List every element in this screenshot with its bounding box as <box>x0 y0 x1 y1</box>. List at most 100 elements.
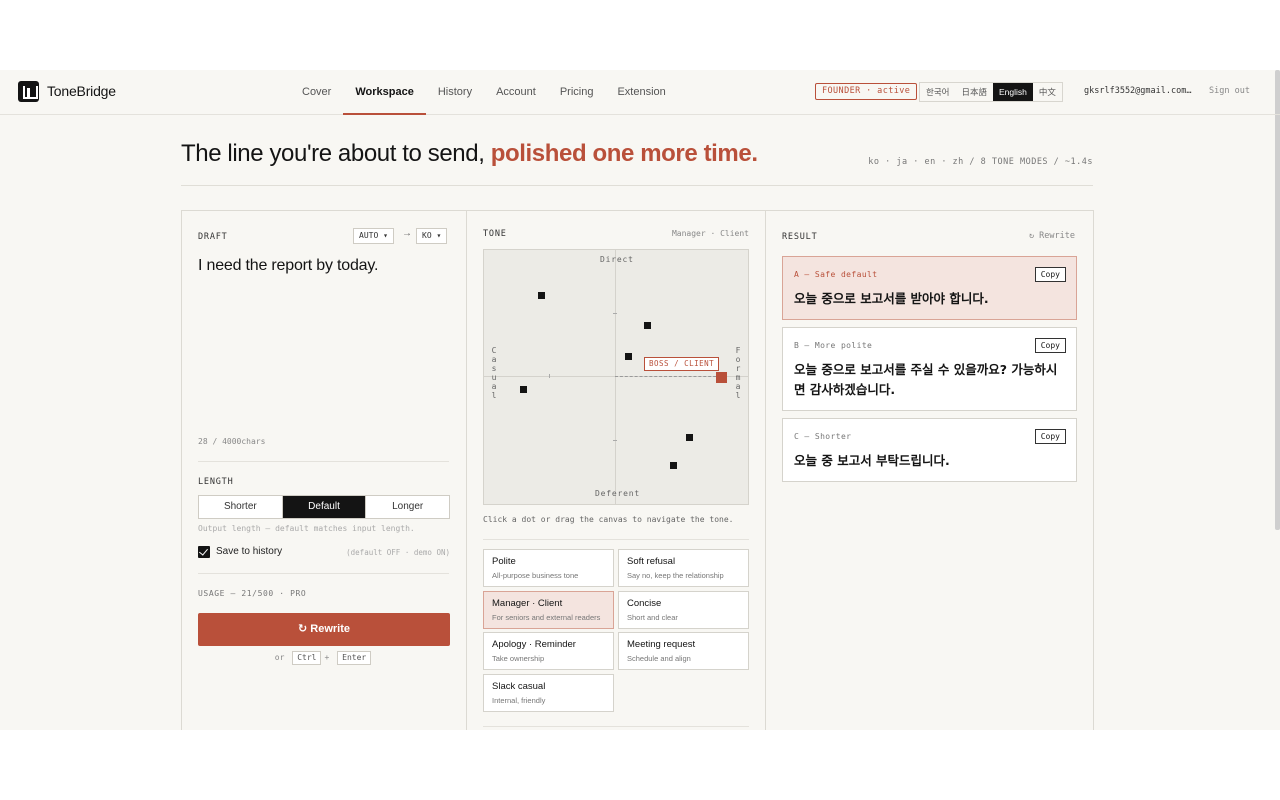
axis-tick <box>613 440 617 441</box>
draft-panel: DRAFT AUTO ▾ → KO ▾ I need the report by… <box>182 211 467 730</box>
tone-canvas[interactable]: Direct Deferent Casual Formal BOSS / CLI… <box>483 249 749 505</box>
title-plain: The line you're about to send, <box>181 140 491 167</box>
result-card-a[interactable]: A — Safe default Copy 오늘 중으로 보고서를 받아야 합니… <box>782 256 1077 320</box>
result-label: RESULT <box>782 232 818 242</box>
save-history-hint: (default OFF · demo ON) <box>346 548 450 557</box>
tone-mode-subtitle: Schedule and align <box>627 654 691 663</box>
tone-mode-title: Slack casual <box>492 681 546 692</box>
nav-history[interactable]: History <box>426 70 484 115</box>
tone-mode-soft-refusal[interactable]: Soft refusal Say no, keep the relationsh… <box>618 549 749 587</box>
tone-mode-manager-client[interactable]: Manager · Client For seniors and externa… <box>483 591 614 629</box>
tone-mode-apology-reminder[interactable]: Apology · Reminder Take ownership <box>483 632 614 670</box>
plan-badge: FOUNDER · active <box>815 83 918 100</box>
shortcut-or: or <box>274 653 285 662</box>
ctrl-key: Ctrl <box>292 651 322 665</box>
rewrite-button[interactable]: ↻ Rewrite <box>198 613 450 646</box>
sign-out-link[interactable]: Sign out <box>1209 86 1250 96</box>
divider <box>181 185 1093 186</box>
nav-workspace[interactable]: Workspace <box>343 70 426 115</box>
page-title: The line you're about to send, polished … <box>181 140 758 168</box>
lang-english[interactable]: English <box>992 83 1033 101</box>
length-shorter[interactable]: Shorter <box>199 496 283 518</box>
nav-pricing[interactable]: Pricing <box>548 70 606 115</box>
tone-mode-polite[interactable]: Polite All-purpose business tone <box>483 549 614 587</box>
result-option-label: A — Safe default <box>794 270 878 279</box>
top-header: ToneBridge Cover Workspace History Accou… <box>0 70 1280 115</box>
lang-chinese[interactable]: 中文 <box>1033 83 1062 101</box>
length-longer[interactable]: Longer <box>366 496 449 518</box>
copy-button[interactable]: Copy <box>1034 429 1066 444</box>
arrow-right-icon: → <box>402 228 412 239</box>
shortcut-plus: + <box>324 653 330 662</box>
save-history-label[interactable]: Save to history <box>216 546 282 557</box>
vertical-axis <box>615 250 616 504</box>
save-history-checkbox[interactable] <box>198 546 210 558</box>
axis-label-formal: Formal <box>735 346 741 400</box>
tone-dot[interactable] <box>538 292 545 299</box>
tone-mode-subtitle: Take ownership <box>492 654 545 663</box>
logo-icon[interactable] <box>18 81 39 102</box>
length-hint: Output length — default matches input le… <box>198 524 415 533</box>
tone-mode-title: Concise <box>627 598 662 609</box>
tone-mode-subtitle: Say no, keep the relationship <box>627 571 724 580</box>
length-default[interactable]: Default <box>282 496 367 518</box>
tone-mode-title: Meeting request <box>627 639 696 650</box>
tone-dot[interactable] <box>644 322 651 329</box>
divider <box>198 461 449 462</box>
length-label: LENGTH <box>198 477 234 487</box>
draft-label: DRAFT <box>198 232 228 242</box>
nav-account[interactable]: Account <box>484 70 548 115</box>
result-option-text: 오늘 중으로 보고서를 받아야 합니다. <box>794 291 989 306</box>
brand-name[interactable]: ToneBridge <box>47 83 116 99</box>
char-count: 28 / 4000chars <box>198 437 266 446</box>
tone-mode-title: Manager · Client <box>492 598 563 609</box>
axis-label-deferent: Deferent <box>595 489 640 498</box>
tone-mode-subtitle: For seniors and external readers <box>492 613 601 622</box>
source-language-select[interactable]: AUTO ▾ <box>353 228 394 244</box>
tone-mode-subtitle: Internal, friendly <box>492 696 546 705</box>
tone-mode-subtitle: All-purpose business tone <box>492 571 579 580</box>
tone-mode-subtitle: Short and clear <box>627 613 678 622</box>
lang-japanese[interactable]: 日本語 <box>955 83 993 101</box>
result-card-b[interactable]: B — More polite Copy 오늘 중으로 보고서를 주실 수 있을… <box>782 327 1077 411</box>
result-card-c[interactable]: C — Shorter Copy 오늘 중 보고서 부탁드립니다. <box>782 418 1077 482</box>
title-accent: polished one more time. <box>490 140 758 167</box>
copy-button[interactable]: Copy <box>1034 267 1066 282</box>
result-option-text: 오늘 중 보고서 부탁드립니다. <box>794 453 950 468</box>
result-rewrite-link[interactable]: ↻ Rewrite <box>1029 231 1075 241</box>
tone-dot[interactable] <box>686 434 693 441</box>
usage-counter: USAGE — 21/500 · PRO <box>198 589 307 598</box>
draft-input[interactable]: I need the report by today. <box>198 257 378 275</box>
selected-tone-dot[interactable] <box>716 372 727 383</box>
divider <box>483 726 749 727</box>
tone-guide-line <box>615 376 721 377</box>
divider <box>198 573 449 574</box>
hero-meta: ko · ja · en · zh / 8 TONE MODES / ~1.4s <box>868 157 1093 167</box>
nav-cover[interactable]: Cover <box>290 70 343 115</box>
result-option-text: 오늘 중으로 보고서를 주실 수 있을까요? 가능하시면 감사하겠습니다. <box>794 362 1058 397</box>
axis-label-direct: Direct <box>600 255 634 264</box>
tone-dot[interactable] <box>520 386 527 393</box>
workspace-panels: DRAFT AUTO ▾ → KO ▾ I need the report by… <box>181 210 1094 730</box>
app-shell: ToneBridge Cover Workspace History Accou… <box>0 70 1280 730</box>
result-option-label: C — Shorter <box>794 432 852 441</box>
user-email: gksrlf3552@gmail.com… <box>1084 86 1192 96</box>
tone-mode-title: Polite <box>492 556 516 567</box>
result-panel: RESULT ↻ Rewrite A — Safe default Copy 오… <box>766 211 1093 730</box>
lang-korean[interactable]: 한국어 <box>920 83 955 101</box>
nav-extension[interactable]: Extension <box>605 70 677 115</box>
scrollbar[interactable] <box>1275 70 1280 530</box>
selected-tone-tag: BOSS / CLIENT <box>644 357 720 371</box>
tone-relation: Manager · Client <box>671 229 749 238</box>
tone-dot[interactable] <box>625 353 632 360</box>
axis-tick <box>549 374 550 378</box>
tone-label: TONE <box>483 229 507 239</box>
tone-mode-slack-casual[interactable]: Slack casual Internal, friendly <box>483 674 614 712</box>
copy-button[interactable]: Copy <box>1034 338 1066 353</box>
target-language-select[interactable]: KO ▾ <box>416 228 448 244</box>
tone-dot[interactable] <box>670 462 677 469</box>
tone-mode-meeting-request[interactable]: Meeting request Schedule and align <box>618 632 749 670</box>
canvas-hint: Click a dot or drag the canvas to naviga… <box>483 515 734 524</box>
main-nav: Cover Workspace History Account Pricing … <box>290 70 678 115</box>
tone-mode-concise[interactable]: Concise Short and clear <box>618 591 749 629</box>
